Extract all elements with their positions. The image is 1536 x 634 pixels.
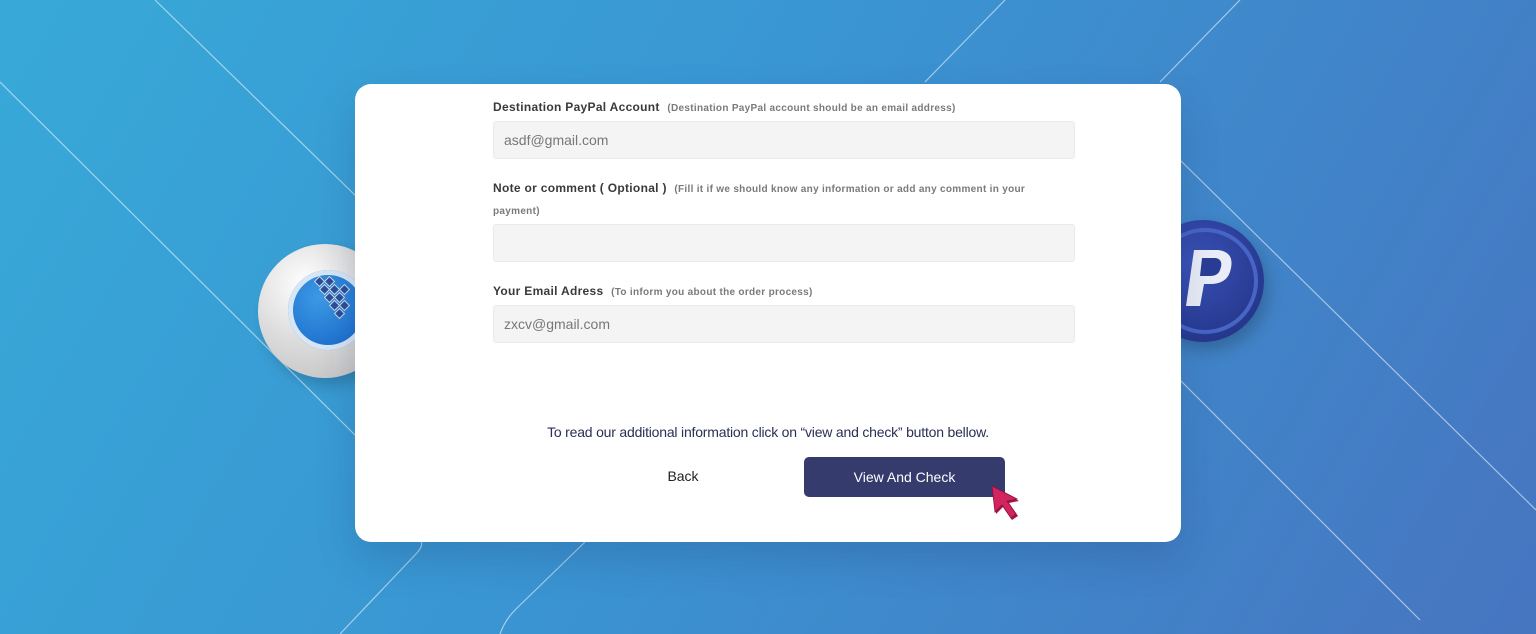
note-label: Note or comment ( Optional ) (Fill it if… (493, 178, 1063, 222)
paypal-account-input[interactable] (493, 121, 1075, 159)
info-text: To read our additional information click… (547, 424, 989, 440)
paypal-account-hint: (Destination PayPal account should be an… (667, 103, 956, 114)
paypal-account-label: Destination PayPal Account (Destination … (493, 100, 956, 114)
paypal-account-label-text: Destination PayPal Account (493, 100, 660, 114)
mouse-pointer-icon (991, 485, 1019, 520)
email-input[interactable] (493, 305, 1075, 343)
note-input[interactable] (493, 224, 1075, 262)
note-label-text: Note or comment ( Optional ) (493, 181, 667, 195)
order-form-card: Destination PayPal Account (Destination … (355, 84, 1181, 542)
email-label: Your Email Adress (To inform you about t… (493, 284, 813, 298)
email-hint: (To inform you about the order process) (611, 287, 813, 298)
paypal-logo-icon (1186, 250, 1232, 306)
email-label-text: Your Email Adress (493, 284, 604, 298)
back-button[interactable]: Back (633, 466, 733, 486)
view-and-check-button[interactable]: View And Check (804, 457, 1005, 497)
grid-logo-icon (313, 275, 351, 320)
